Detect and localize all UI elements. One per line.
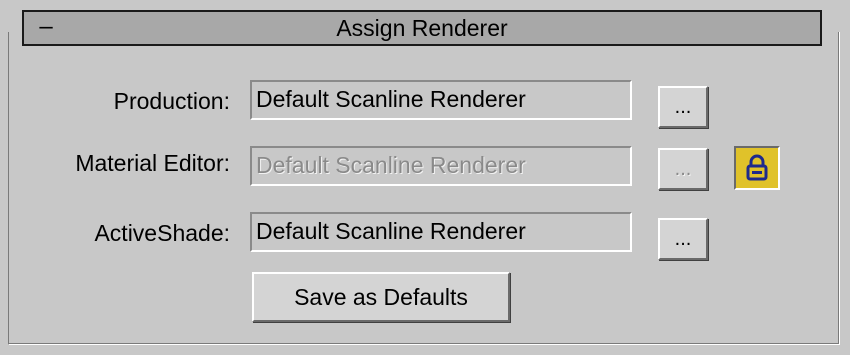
save-as-defaults-button[interactable]: Save as Defaults [252,272,510,322]
rollout-title: Assign Renderer [336,15,508,41]
activeshade-renderer-field: Default Scanline Renderer [250,212,632,252]
activeshade-label: ActiveShade: [94,220,230,246]
lock-icon [746,154,768,181]
production-label: Production: [113,88,230,114]
production-renderer-field: Default Scanline Renderer [250,80,632,120]
rollout-header[interactable]: – Assign Renderer [22,10,822,46]
production-browse-button[interactable]: ... [658,86,708,128]
material-editor-label: Material Editor: [75,150,230,176]
material-editor-browse-button[interactable]: ... [658,148,708,190]
material-editor-renderer-field: Default Scanline Renderer [250,146,632,186]
lock-button[interactable] [734,146,780,190]
activeshade-browse-button[interactable]: ... [658,218,708,260]
